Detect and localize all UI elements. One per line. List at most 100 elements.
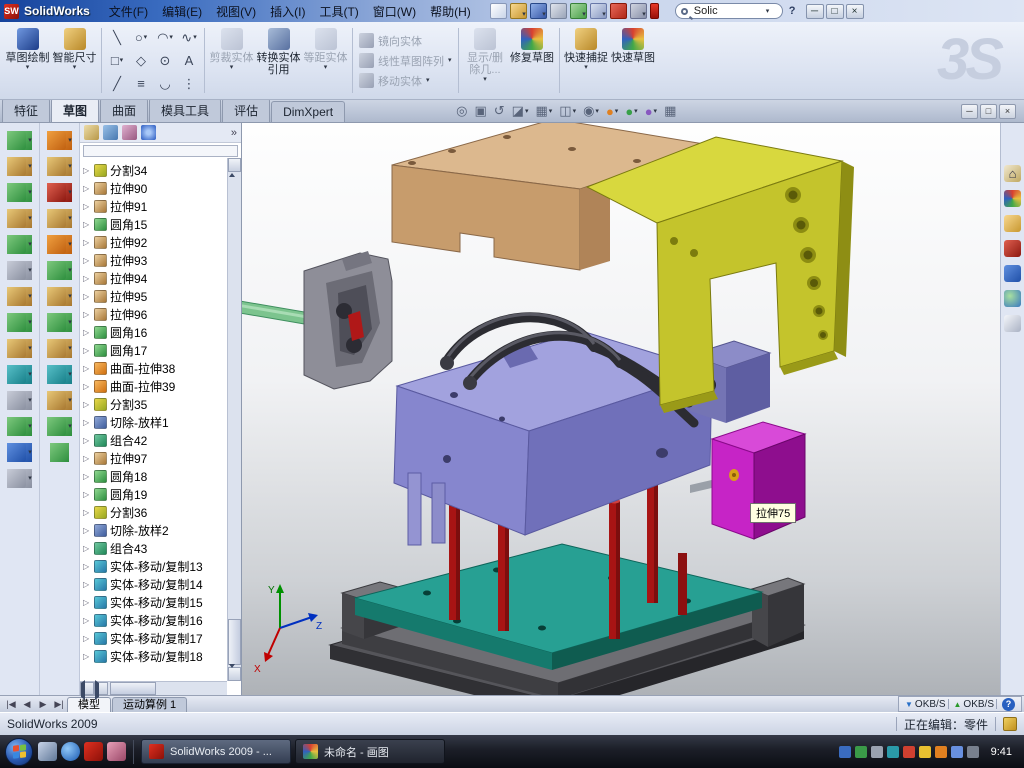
expand-arrow-icon[interactable]: ▷	[83, 454, 91, 463]
view-settings-icon[interactable]: ●▾	[645, 104, 657, 119]
expand-arrow-icon[interactable]: ▷	[83, 364, 91, 373]
centerline-icon[interactable]: ╱▾	[105, 72, 129, 95]
doc-restore-button[interactable]: □	[980, 104, 997, 119]
doc-nav-icon[interactable]: |◀	[3, 697, 19, 712]
safely-remove-icon[interactable]	[967, 746, 979, 758]
tree-item[interactable]: ▷ 实体-移动/复制15	[83, 593, 226, 611]
freeform-spline-icon[interactable]: ▾	[50, 443, 69, 462]
expand-arrow-icon[interactable]: ▷	[83, 256, 91, 265]
expand-arrow-icon[interactable]: ▷	[83, 400, 91, 409]
swept-boss-icon[interactable]: ▾	[7, 183, 32, 202]
dimxpertmanager-tab-icon[interactable]	[141, 125, 156, 140]
tree-item[interactable]: ▷ 拉伸92	[83, 233, 226, 251]
tree-item[interactable]: ▷ 拉伸94	[83, 269, 226, 287]
expand-arrow-icon[interactable]: ▷	[83, 526, 91, 535]
show-desktop-icon[interactable]	[38, 742, 57, 761]
net-help-icon[interactable]: ?	[1002, 698, 1015, 711]
tree-item[interactable]: ▷ 圆角17	[83, 341, 226, 359]
print-icon[interactable]: ▾	[550, 3, 567, 19]
tree-item[interactable]: ▷ 分割34	[83, 161, 226, 179]
menu-window[interactable]: 窗口(W)	[366, 1, 423, 22]
trim-tool-icon[interactable]: ▾	[47, 313, 72, 332]
convert-entities-button[interactable]: 转换实体引用▾	[255, 24, 302, 97]
expand-arrow-icon[interactable]: ▷	[83, 310, 91, 319]
search-caret-icon[interactable]: ▾	[766, 8, 770, 15]
select-icon[interactable]: ▾	[590, 3, 607, 19]
tangent-arc-icon[interactable]: ◡▾	[153, 72, 177, 95]
expand-arrow-icon[interactable]: ▷	[83, 292, 91, 301]
display-delete-relations-button[interactable]: 显示/删除几...▾	[462, 24, 509, 97]
edit-appearance-icon[interactable]: ●▾	[606, 104, 618, 119]
expand-arrow-icon[interactable]: ▷	[83, 652, 91, 661]
part-slide-insert[interactable]	[304, 251, 392, 389]
tree-item[interactable]: ▷ 拉伸93	[83, 251, 226, 269]
tree-item[interactable]: ▷ 圆角19	[83, 485, 226, 503]
spline-tool-icon[interactable]: ▾	[47, 287, 72, 306]
revolved-cut-icon[interactable]: ▾	[7, 287, 32, 306]
tree-item[interactable]: ▷ 实体-移动/复制18	[83, 647, 226, 665]
expand-arrow-icon[interactable]: ▷	[83, 202, 91, 211]
media-player-icon[interactable]	[107, 742, 126, 761]
smart-dimension-button[interactable]: 智能尺寸▾	[51, 24, 98, 97]
scroll-up-icon[interactable]	[228, 158, 241, 172]
doc-nav-icon[interactable]: ◀	[19, 697, 35, 712]
menu-help[interactable]: 帮助(H)	[423, 1, 478, 22]
rebuild-icon[interactable]: ▾	[610, 3, 627, 19]
manager-overflow-icon[interactable]: »	[231, 127, 237, 139]
point-icon[interactable]: ⊙▾	[153, 49, 177, 72]
solidworks-quicklaunch-icon[interactable]	[84, 742, 103, 761]
more-sketch-tools-icon[interactable]: ⋮▾	[177, 72, 201, 95]
rapid-sketch-button[interactable]: 快速草图▾	[610, 24, 657, 97]
featuremanager-filter-input[interactable]	[83, 145, 238, 157]
expand-arrow-icon[interactable]: ▷	[83, 382, 91, 391]
expand-arrow-icon[interactable]: ▷	[83, 634, 91, 643]
tree-item[interactable]: ▷ 切除-放样1	[83, 413, 226, 431]
shield-icon[interactable]	[919, 746, 931, 758]
tree-item[interactable]: ▷ 圆角15	[83, 215, 226, 233]
expand-arrow-icon[interactable]: ▷	[83, 436, 91, 445]
line-tool-icon[interactable]: ▾	[47, 183, 72, 202]
expand-arrow-icon[interactable]: ▷	[83, 274, 91, 283]
messenger-icon[interactable]	[855, 746, 867, 758]
scroll-right-icon[interactable]	[94, 682, 108, 695]
arc-icon[interactable]: ◠▾	[153, 26, 177, 49]
lofted-boss-icon[interactable]: ▾	[7, 209, 32, 228]
hide-show-items-icon[interactable]: ◉▾	[583, 103, 599, 119]
internet-explorer-icon[interactable]	[61, 742, 80, 761]
scroll-left-icon[interactable]	[80, 682, 94, 695]
expand-arrow-icon[interactable]: ▷	[83, 238, 91, 247]
polygon-icon[interactable]: ◇▾	[129, 49, 153, 72]
expand-arrow-icon[interactable]: ▷	[83, 544, 91, 553]
search-box[interactable]: ▾	[675, 3, 783, 19]
expand-arrow-icon[interactable]: ▷	[83, 472, 91, 481]
expand-arrow-icon[interactable]: ▷	[83, 418, 91, 427]
expand-arrow-icon[interactable]: ▷	[83, 220, 91, 229]
tree-vertical-scrollbar[interactable]	[227, 158, 241, 681]
tree-item[interactable]: ▷ 实体-移动/复制17	[83, 629, 226, 647]
tree-item[interactable]: ▷ 拉伸95	[83, 287, 226, 305]
offset-entities-button[interactable]: 等距实体▾	[302, 24, 349, 97]
text-icon[interactable]: A▾	[177, 49, 201, 72]
tree-horizontal-scrollbar[interactable]	[80, 681, 227, 695]
task-paint[interactable]: 未命名 - 画图	[295, 739, 445, 764]
tab-mold-tools[interactable]: 模具工具	[149, 98, 221, 122]
expand-arrow-icon[interactable]: ▷	[83, 598, 91, 607]
tree-item[interactable]: ▷ 拉伸91	[83, 197, 226, 215]
chamfer-icon[interactable]: ▾	[7, 339, 32, 358]
offset-tool-icon[interactable]: ▾	[47, 365, 72, 384]
scroll-down-icon[interactable]	[228, 667, 241, 681]
shell-icon[interactable]: ▾	[7, 443, 32, 462]
expand-arrow-icon[interactable]: ▷	[83, 346, 91, 355]
tree-item[interactable]: ▷ 曲面-拉伸38	[83, 359, 226, 377]
revolve-boss-icon[interactable]: ▾	[7, 157, 32, 176]
tab-evaluate[interactable]: 评估	[222, 98, 270, 122]
expand-arrow-icon[interactable]: ▷	[83, 508, 91, 517]
tab-dimxpert[interactable]: DimXpert	[271, 101, 345, 122]
help-icon[interactable]: ?	[789, 5, 796, 17]
tree-item[interactable]: ▷ 组合43	[83, 539, 226, 557]
tab-surfaces[interactable]: 曲面	[100, 98, 148, 122]
sketch-tool-icon[interactable]: ▾	[47, 131, 72, 150]
trim-entities-button[interactable]: 剪裁实体▾	[208, 24, 255, 97]
maximize-button[interactable]: □	[826, 4, 844, 19]
menu-file[interactable]: 文件(F)	[102, 1, 155, 22]
